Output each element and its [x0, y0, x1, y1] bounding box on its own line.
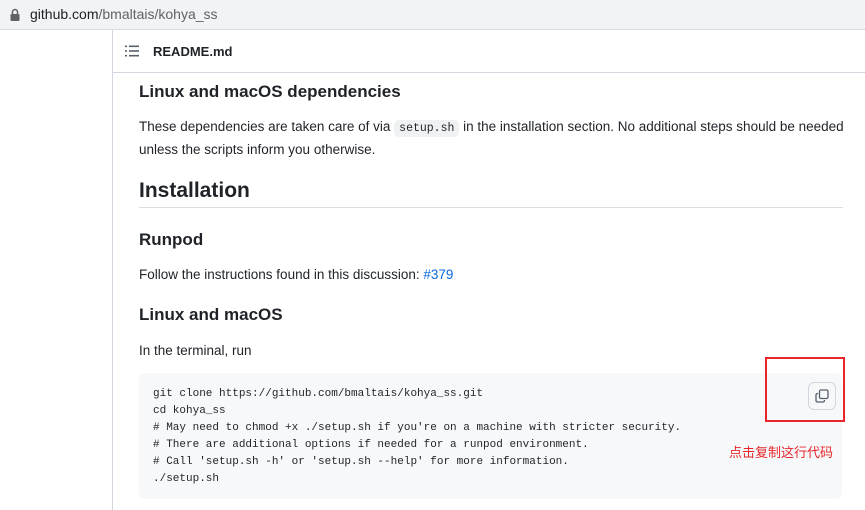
code-line: ./setup.sh [153, 473, 220, 485]
browser-address-bar[interactable]: github.com/bmaltais/kohya_ss [0, 0, 865, 30]
url-path: /bmaltais/kohya_ss [98, 6, 218, 22]
code-line: # There are additional options if needed… [153, 439, 589, 451]
deps-paragraph: These dependencies are taken care of via… [139, 116, 844, 160]
annotation-label: 点击复制这行代码 [729, 445, 834, 460]
deps-text-before: These dependencies are taken care of via [139, 119, 395, 134]
code-line: cd kohya_ss [153, 405, 226, 417]
runpod-paragraph: Follow the instructions found in this di… [139, 264, 844, 285]
code-line: # May need to chmod +x ./setup.sh if you… [153, 422, 682, 434]
readme-title[interactable]: README.md [153, 44, 232, 59]
heading-divider [139, 207, 843, 208]
terminal-paragraph: In the terminal, run [139, 343, 252, 358]
heading-installation: Installation [139, 179, 250, 202]
lock-icon [10, 8, 20, 21]
annotation-highlight-box [765, 357, 845, 422]
url-text[interactable]: github.com/bmaltais/kohya_ss [30, 6, 218, 22]
heading-linux-macos-dependencies: Linux and macOS dependencies [139, 82, 401, 101]
readme-header: README.md [113, 30, 865, 73]
heading-linux-macos: Linux and macOS [139, 305, 283, 324]
inline-code-setup-sh: setup.sh [394, 120, 460, 137]
discussion-link[interactable]: #379 [423, 267, 453, 282]
code-line: git clone https://github.com/bmaltais/ko… [153, 388, 484, 400]
code-block: git clone https://github.com/bmaltais/ko… [139, 373, 842, 499]
code-line: # Call 'setup.sh -h' or 'setup.sh --help… [153, 456, 569, 468]
runpod-text: Follow the instructions found in this di… [139, 267, 424, 282]
readme-container: README.md Linux and macOS dependencies T… [112, 30, 865, 510]
list-icon[interactable] [125, 45, 139, 57]
heading-runpod: Runpod [139, 230, 204, 249]
url-host: github.com [30, 6, 99, 22]
